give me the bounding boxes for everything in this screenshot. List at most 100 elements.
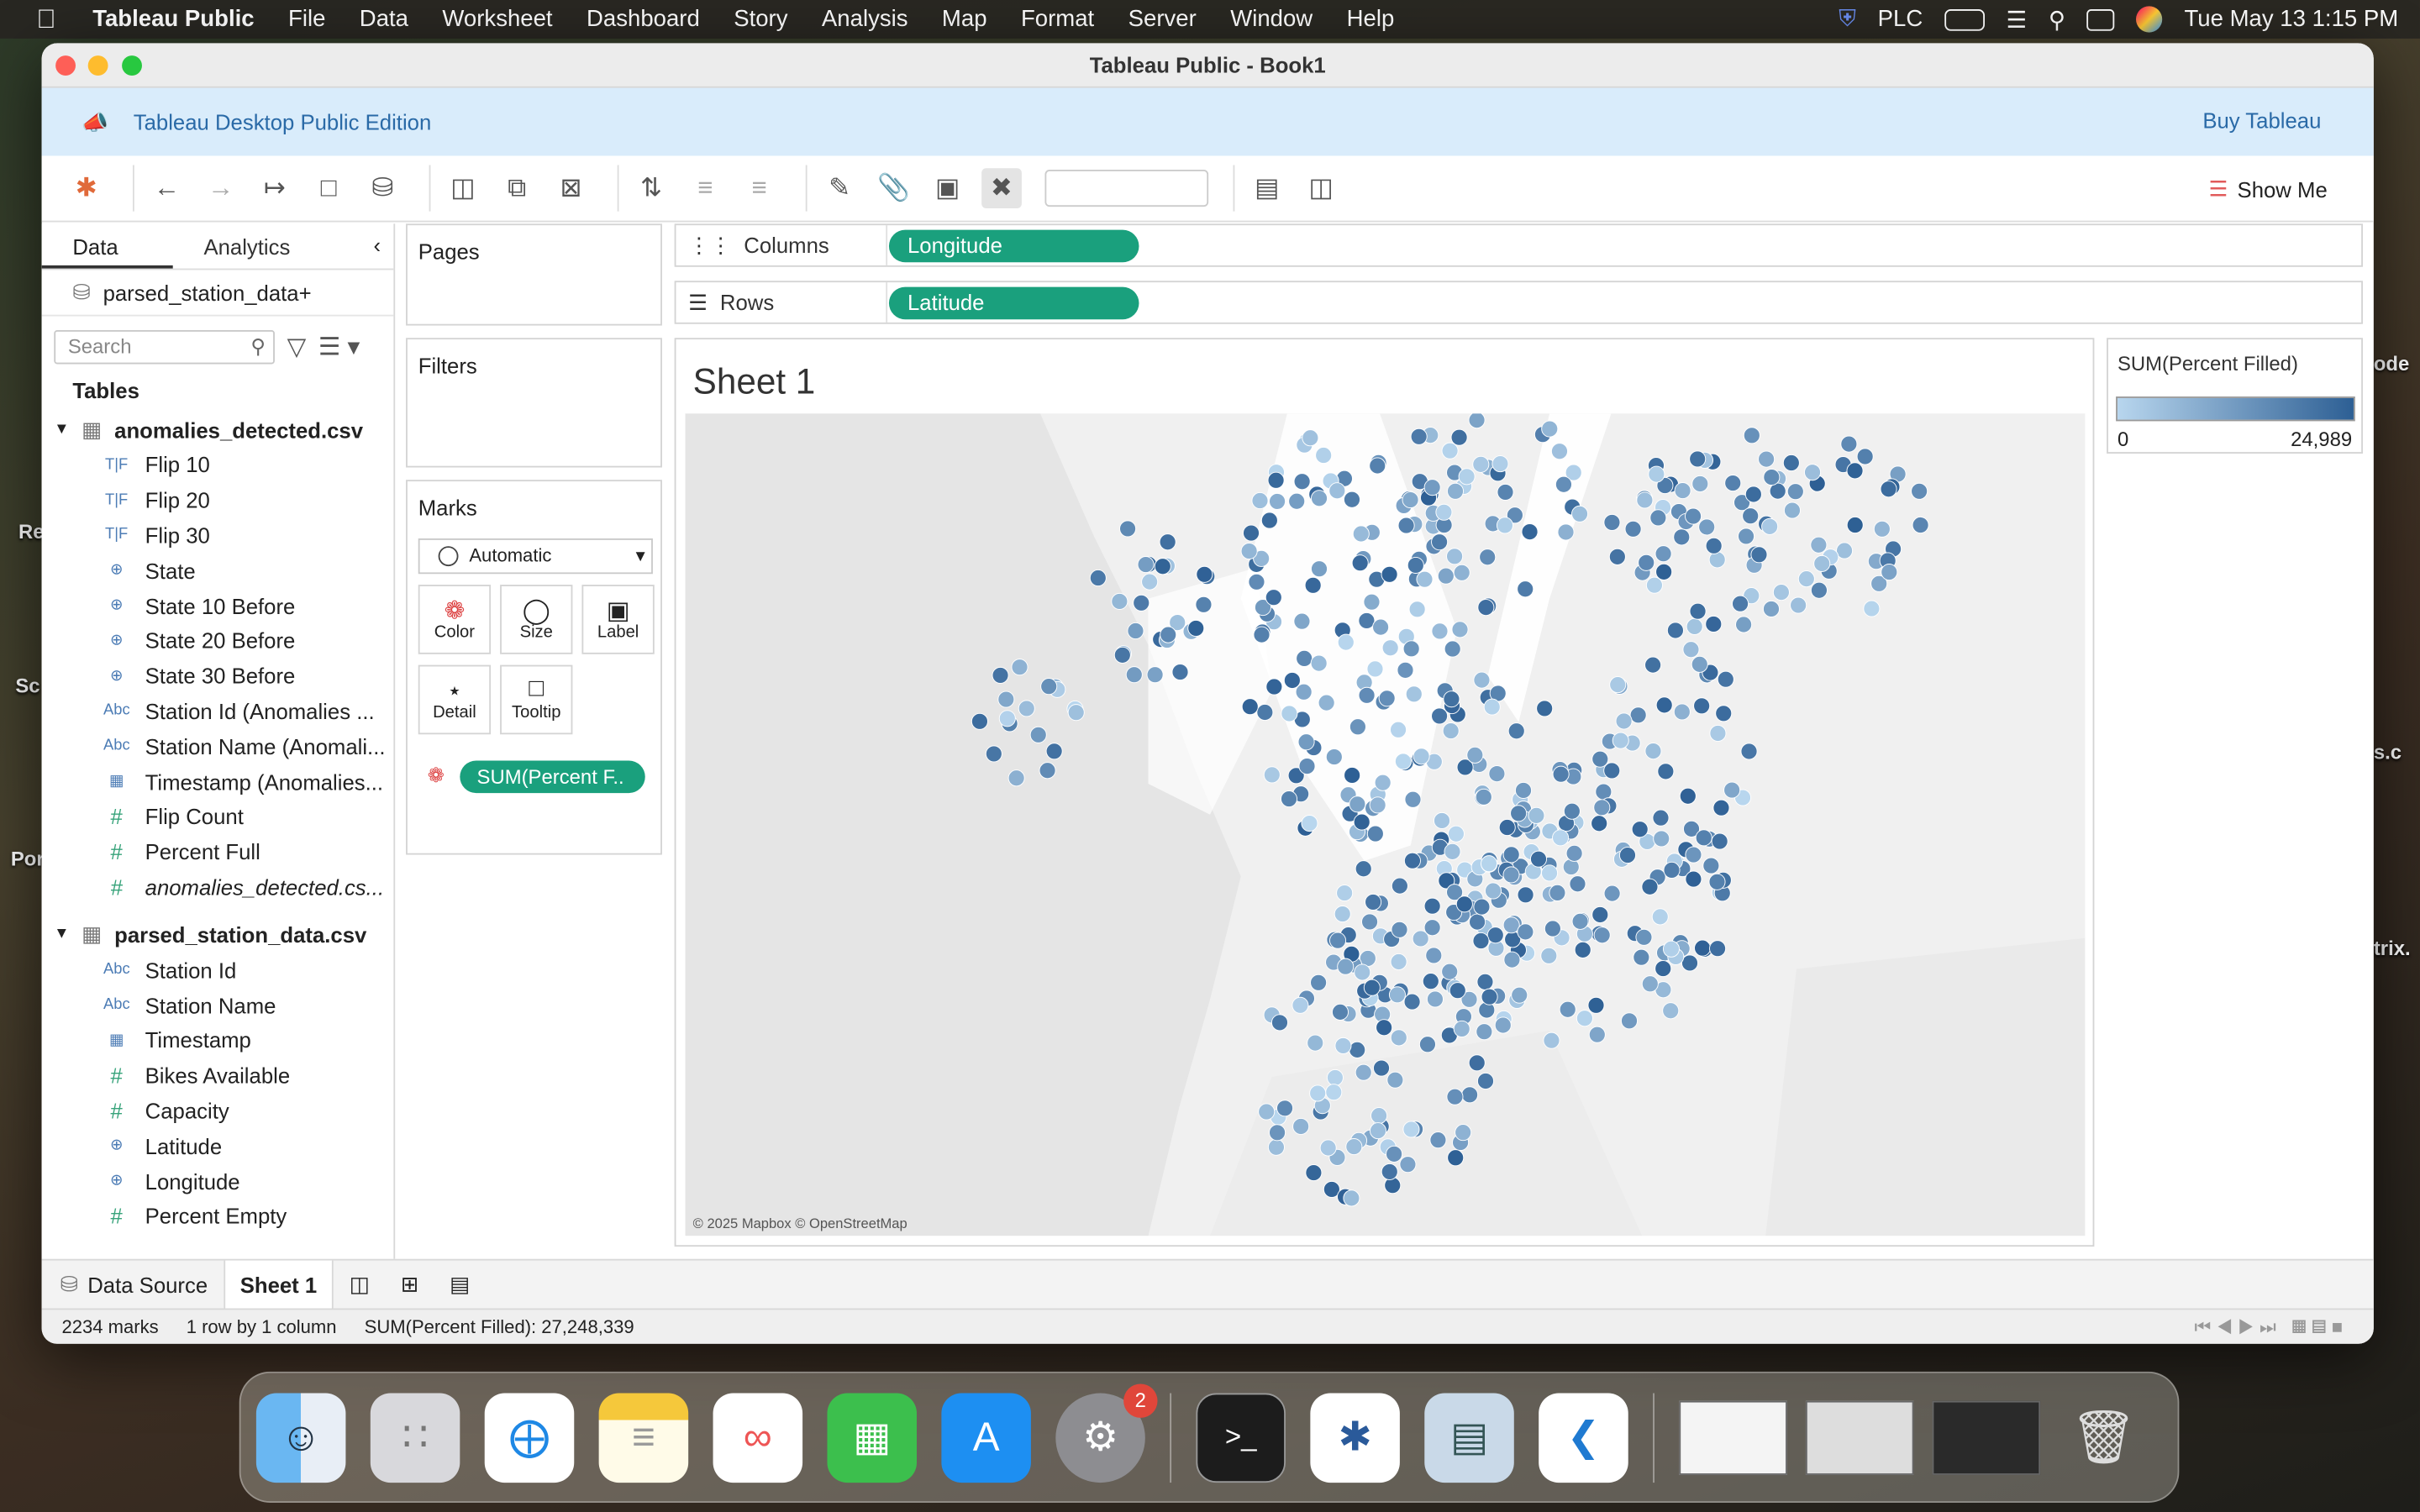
sheet-title[interactable]: Sheet 1 — [693, 361, 816, 403]
station-mark[interactable] — [1641, 975, 1659, 993]
menu-data[interactable]: Data — [360, 6, 408, 32]
field-item[interactable]: # Bikes Available — [42, 1058, 394, 1094]
station-mark[interactable] — [1502, 916, 1520, 934]
station-mark[interactable] — [1310, 654, 1328, 672]
freeform-icon[interactable]: ∞ — [713, 1392, 803, 1483]
station-mark[interactable] — [1328, 482, 1346, 500]
station-mark[interactable] — [1772, 584, 1790, 601]
station-mark[interactable] — [1298, 758, 1316, 775]
station-mark[interactable] — [1405, 685, 1423, 703]
station-mark[interactable] — [1329, 932, 1347, 949]
station-mark[interactable] — [1297, 733, 1315, 751]
station-mark[interactable] — [1563, 802, 1581, 820]
station-mark[interactable] — [1466, 746, 1484, 764]
launchpad-icon[interactable]: ∷ — [370, 1392, 460, 1483]
station-mark[interactable] — [1067, 704, 1085, 722]
show-me-button[interactable]: ☰ Show Me — [2208, 176, 2327, 202]
station-mark[interactable] — [1390, 1029, 1407, 1047]
save-icon[interactable]: □ — [308, 168, 349, 208]
field-item[interactable]: # Percent Full — [42, 834, 394, 869]
station-mark[interactable] — [1761, 517, 1779, 535]
vpn-label[interactable]: PLC — [1878, 6, 1923, 32]
station-mark[interactable] — [1402, 1121, 1420, 1138]
station-mark[interactable] — [1241, 698, 1259, 716]
station-mark[interactable] — [1735, 616, 1753, 633]
station-mark[interactable] — [1154, 558, 1171, 575]
station-mark[interactable] — [1402, 640, 1420, 658]
station-mark[interactable] — [1196, 565, 1213, 583]
station-mark[interactable] — [1517, 886, 1534, 904]
station-mark[interactable] — [1612, 732, 1629, 749]
station-mark[interactable] — [1397, 517, 1415, 534]
station-mark[interactable] — [1543, 1032, 1560, 1049]
station-mark[interactable] — [1502, 866, 1520, 884]
station-mark[interactable] — [1119, 520, 1137, 538]
station-mark[interactable] — [1685, 846, 1702, 864]
wifi-icon[interactable]: ☰ — [2006, 5, 2027, 33]
size-button[interactable]: ◯ Size — [500, 585, 573, 654]
station-mark[interactable] — [1410, 428, 1428, 445]
field-search-input[interactable]: Search ⚲ — [54, 330, 275, 365]
field-item[interactable]: T|F Flip 10 — [42, 448, 394, 483]
station-mark[interactable] — [1354, 963, 1371, 981]
station-mark[interactable] — [1711, 832, 1728, 850]
station-mark[interactable] — [1449, 982, 1466, 1000]
station-mark[interactable] — [1403, 852, 1421, 869]
station-mark[interactable] — [1160, 626, 1177, 643]
station-mark[interactable] — [1361, 913, 1379, 931]
station-mark[interactable] — [1783, 501, 1801, 519]
station-mark[interactable] — [1372, 618, 1390, 636]
station-mark[interactable] — [1609, 676, 1627, 694]
latitude-pill[interactable]: Latitude — [888, 286, 1139, 319]
window-thumbnail[interactable] — [1805, 1399, 1914, 1474]
station-mark[interactable] — [1407, 556, 1424, 574]
station-mark[interactable] — [1408, 601, 1426, 618]
station-mark[interactable] — [1326, 1068, 1344, 1086]
station-mark[interactable] — [1325, 1084, 1343, 1101]
station-mark[interactable] — [1381, 639, 1399, 657]
station-mark[interactable] — [1319, 1139, 1337, 1157]
station-mark[interactable] — [1029, 726, 1047, 743]
station-mark[interactable] — [1007, 769, 1025, 787]
station-mark[interactable] — [1708, 551, 1726, 569]
station-mark[interactable] — [1451, 621, 1469, 638]
station-mark[interactable] — [1453, 564, 1470, 581]
station-mark[interactable] — [1267, 1138, 1285, 1156]
preview-icon[interactable]: ▤ — [1424, 1392, 1514, 1483]
station-mark[interactable] — [998, 710, 1016, 727]
station-mark[interactable] — [1486, 927, 1504, 944]
station-mark[interactable] — [1281, 790, 1298, 808]
station-mark[interactable] — [1089, 570, 1107, 587]
station-mark[interactable] — [1363, 979, 1381, 996]
station-mark[interactable] — [1591, 815, 1608, 832]
station-mark[interactable] — [1423, 897, 1441, 915]
station-mark[interactable] — [1345, 1138, 1363, 1156]
station-mark[interactable] — [1846, 517, 1864, 534]
station-mark[interactable] — [1307, 1034, 1324, 1052]
color-field-pill[interactable]: SUM(Percent F.. — [460, 760, 645, 794]
station-mark[interactable] — [1137, 556, 1155, 574]
new-worksheet-icon[interactable]: ◫ — [443, 168, 483, 208]
menu-app-name[interactable]: Tableau Public — [92, 6, 254, 32]
station-mark[interactable] — [1399, 1156, 1417, 1173]
station-mark[interactable] — [1111, 592, 1128, 610]
menu-analysis[interactable]: Analysis — [822, 6, 908, 32]
station-mark[interactable] — [1685, 507, 1702, 525]
station-mark[interactable] — [1810, 536, 1828, 554]
tab-analytics[interactable]: Analytics — [173, 223, 374, 268]
station-mark[interactable] — [1712, 799, 1730, 816]
minimize-window-button[interactable] — [87, 55, 108, 76]
station-mark[interactable] — [1528, 806, 1545, 824]
field-item[interactable]: ⊕ State 20 Before — [42, 623, 394, 659]
station-mark[interactable] — [1343, 491, 1360, 508]
detail-button[interactable]: ⋆ Detail — [418, 664, 492, 735]
station-mark[interactable] — [1686, 617, 1703, 635]
station-mark[interactable] — [1873, 520, 1891, 538]
station-mark[interactable] — [1744, 486, 1762, 503]
station-mark[interactable] — [1386, 1145, 1403, 1163]
station-mark[interactable] — [1442, 722, 1460, 740]
sort-ascending-icon[interactable]: ≡ — [685, 168, 725, 208]
station-mark[interactable] — [1444, 843, 1461, 860]
station-mark[interactable] — [1502, 846, 1520, 864]
station-mark[interactable] — [1331, 1003, 1349, 1021]
